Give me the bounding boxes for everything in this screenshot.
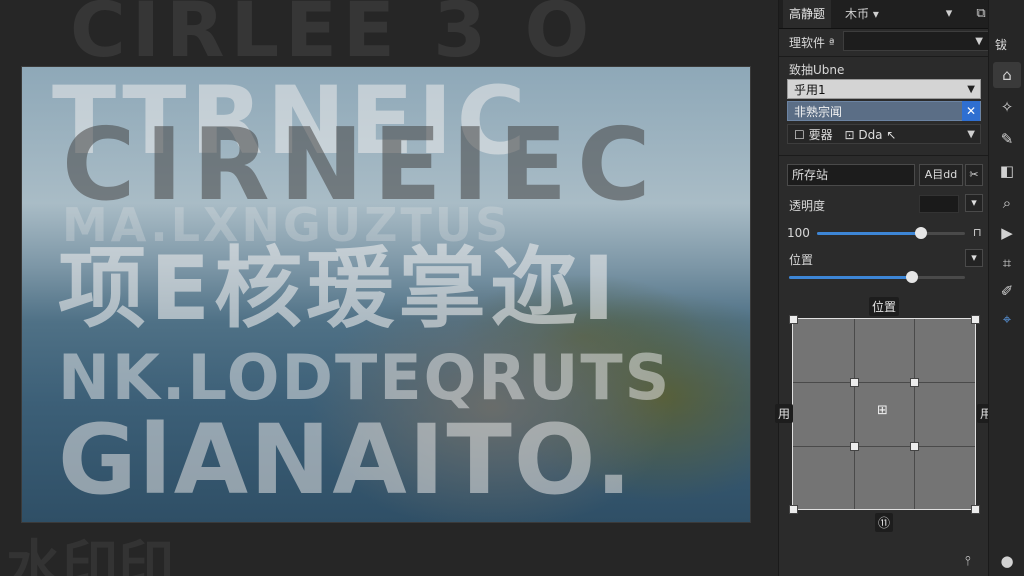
opacity-label: 透明度 — [789, 199, 826, 213]
layer-icon[interactable]: ⌂ — [993, 62, 1021, 88]
clear-icon[interactable]: ✕ — [962, 101, 980, 121]
opacity-value: 100 — [787, 226, 810, 240]
position-label: 位置 — [789, 253, 814, 267]
divider — [779, 56, 989, 57]
corner-handle[interactable] — [789, 505, 798, 514]
text-field[interactable]: 所存站 — [787, 164, 915, 186]
zoom-icon[interactable]: ⌕ — [993, 190, 1021, 216]
background-watermark-text: CIRLEE 3 O — [70, 0, 596, 74]
properties-panel: 高静题 木币 ▾ ▾ ⧉ ✕ 理软件 ª ▼ 致抽Ubne 乎用1 ▼ 非熟宗闻… — [775, 0, 1024, 576]
checkbox-row: ☐ 要器 ⊡ Dda ↖ ▼ — [787, 124, 981, 144]
add-button[interactable]: A目dd — [919, 164, 963, 186]
brush-icon[interactable]: ✎ — [993, 126, 1021, 152]
grid-handle[interactable] — [849, 378, 859, 388]
position-slider-thumb[interactable] — [906, 271, 919, 283]
play-icon[interactable]: ▶ — [993, 220, 1021, 246]
collapse-icon[interactable]: ▾ — [939, 4, 959, 24]
corner-handle[interactable] — [971, 315, 980, 324]
tab-second[interactable]: 木币 ▾ — [839, 0, 885, 28]
tab-properties[interactable]: 高静题 — [783, 0, 832, 28]
lock-icon[interactable]: ⊓ — [973, 226, 982, 239]
chevron-down-icon: ▼ — [967, 84, 975, 95]
link-icon: ⊡ — [844, 128, 855, 142]
grid-bottom-label: ⑪ — [875, 513, 894, 532]
position-grid[interactable]: ⊞ — [789, 315, 980, 514]
magic-wand-icon[interactable]: ✧ — [993, 94, 1021, 120]
chevron-down-icon[interactable]: ▼ — [967, 125, 975, 145]
position-slider[interactable] — [789, 271, 965, 283]
section-label: 致抽Ubne — [789, 63, 845, 77]
grid-line — [793, 382, 975, 384]
color-picker-icon[interactable]: ◧ — [993, 158, 1021, 184]
crop-icon[interactable]: ⌗ — [993, 250, 1021, 276]
grid-line — [853, 319, 855, 509]
divider — [779, 155, 989, 156]
software-select[interactable]: ▼ — [843, 31, 989, 51]
selected-item-value: 非熟宗闻 — [794, 105, 843, 119]
corner-handle[interactable] — [971, 505, 980, 514]
anchor-icon[interactable]: ⊞ — [877, 403, 888, 418]
opacity-slider-fill — [817, 232, 921, 235]
checkbox-label-2: Dda — [858, 128, 883, 142]
watermark-line: NK.LODTEQRUTS — [58, 341, 672, 414]
selected-item-field[interactable]: 非熟宗闻 ✕ — [787, 101, 981, 121]
chevron-down-icon: ▼ — [975, 36, 983, 47]
tool-strip: 钹 ⌂ ✧ ✎ ◧ ⌕ ▶ ⌗ ✐ ⌖ ● — [988, 0, 1024, 576]
cursor-icon: ↖ — [886, 128, 897, 142]
chevron-down-icon[interactable]: ▾ — [965, 194, 983, 212]
pin-icon[interactable]: ⌖ — [993, 306, 1021, 332]
checkbox-icon[interactable]: ☐ — [794, 128, 805, 142]
opacity-slider-thumb[interactable] — [914, 227, 927, 239]
grid-handle[interactable] — [910, 441, 920, 451]
settings-icon[interactable]: ⫯ — [965, 554, 971, 569]
scissors-icon[interactable]: ✂ — [965, 164, 983, 186]
corner-handle[interactable] — [789, 315, 798, 324]
grid-line — [793, 445, 975, 447]
position-slider-fill — [789, 276, 913, 279]
mode-select[interactable]: 乎用1 ▼ — [787, 79, 981, 99]
checkbox-label: 要器 — [808, 128, 833, 142]
grid-left-label: 用 — [775, 404, 794, 423]
watermark-line: GlANAITO. — [58, 404, 634, 516]
grid-handle[interactable] — [849, 441, 859, 451]
photo-image[interactable]: TTRNEIC CIRNEIEC MA.LXNGUZTUS 项E核瑗掌迩I NK… — [22, 67, 750, 522]
opacity-swatch[interactable] — [919, 195, 959, 213]
pen-icon[interactable]: ✐ — [993, 278, 1021, 304]
canvas-area[interactable]: CIRLEE 3 O 水印印 TTRNEIC CIRNEIEC MA.LXNGU… — [0, 0, 778, 576]
chevron-down-icon: ▾ — [872, 7, 879, 21]
opacity-slider[interactable] — [817, 227, 965, 239]
mode-select-value: 乎用1 — [794, 83, 826, 97]
watermark-line: 项E核瑗掌迩I — [58, 237, 619, 340]
background-watermark-text-bottom: 水印印 — [6, 535, 174, 576]
tab-second-label: 木币 — [845, 7, 870, 21]
grid-line — [914, 319, 916, 509]
chevron-down-icon[interactable]: ▾ — [965, 249, 983, 267]
grid-top-label: 位置 — [869, 297, 900, 316]
grid-handle[interactable] — [910, 378, 920, 388]
round-button-icon[interactable]: ● — [993, 548, 1021, 574]
panel-right-label: 钹 — [995, 38, 1008, 52]
software-label: 理软件 ª — [789, 36, 835, 50]
